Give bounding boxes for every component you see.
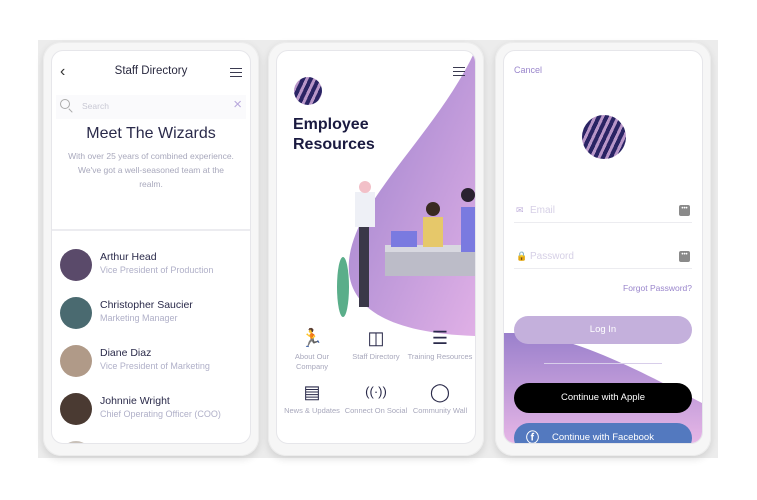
title-line-2: Resources	[293, 136, 375, 153]
header: ‹ Staff Directory	[52, 51, 250, 95]
grid-item-about-our-company[interactable]: 🏃 About Our Company	[279, 327, 345, 372]
employee-resources-screen: Employee Resources 🏃 About Our Company ◫…	[276, 50, 476, 444]
speech-bubble-icon: ◯	[429, 382, 451, 402]
title-line-1: Employee	[293, 116, 369, 133]
broadcast-icon: ((·))	[365, 384, 387, 399]
person-name: Johnnie Wright	[100, 395, 170, 407]
lock-icon: 🔒	[516, 251, 528, 261]
person-role: Chief Operating Officer (COO)	[100, 409, 221, 419]
list-item[interactable]: Christopher Saucier Marketing Manager	[60, 297, 250, 337]
office-illustration	[337, 181, 475, 317]
search-input[interactable]: Search	[82, 101, 109, 111]
login-screen: Cancel ✉ Email ••• 🔒 Password ••• Forgot…	[503, 50, 703, 444]
phone-staff-directory: ‹ Staff Directory Search × Meet The Wiza…	[43, 42, 259, 456]
grid-item-training-resources[interactable]: ☰ Training Resources	[407, 327, 473, 362]
grid-item-connect-on-social[interactable]: ((·)) Connect On Social	[343, 381, 409, 416]
envelope-icon: ✉	[516, 205, 524, 215]
avatar	[60, 393, 92, 425]
grid-item-label: Connect On Social	[344, 406, 408, 415]
intro-section: Meet The Wizards With over 25 years of c…	[52, 121, 250, 231]
company-logo	[582, 115, 626, 159]
password-placeholder: Password	[530, 251, 574, 262]
person-role: Vice President of Marketing	[100, 361, 210, 371]
grid-item-label: Staff Directory	[352, 352, 400, 361]
person-role: Marketing Manager	[100, 313, 178, 323]
intro-heading: Meet The Wizards	[86, 125, 216, 142]
grid-item-label: Community Wall	[412, 406, 468, 415]
newspaper-icon: ▤	[303, 382, 321, 402]
email-placeholder: Email	[530, 205, 556, 216]
clear-search-icon[interactable]: ×	[233, 96, 242, 113]
continue-with-facebook-button[interactable]: ⓕ Continue with Facebook	[514, 423, 692, 444]
grid-item-label: Training Resources	[407, 352, 473, 361]
page-title: Employee Resources	[293, 115, 375, 155]
phone-employee-resources: Employee Resources 🏃 About Our Company ◫…	[268, 42, 484, 456]
password-manager-icon[interactable]: •••	[679, 251, 690, 262]
company-logo	[294, 77, 322, 105]
cancel-button[interactable]: Cancel	[514, 65, 542, 75]
layers-icon: ☰	[431, 328, 449, 348]
grid-item-community-wall[interactable]: ◯ Community Wall	[407, 381, 473, 416]
person-name: Diane Diaz	[100, 347, 152, 359]
grid-item-label: About Our Company	[294, 352, 330, 371]
password-manager-icon[interactable]: •••	[679, 205, 690, 216]
grid-item-news-updates[interactable]: ▤ News & Updates	[279, 381, 345, 416]
hamburger-menu-icon[interactable]	[230, 68, 242, 78]
login-button[interactable]: Log In	[514, 316, 692, 344]
avatar	[60, 249, 92, 281]
board-icon: ◫	[367, 328, 385, 348]
search-bar[interactable]: Search ×	[56, 95, 246, 119]
password-field[interactable]: 🔒 Password •••	[514, 247, 692, 269]
forgot-password-link[interactable]: Forgot Password?	[623, 283, 692, 293]
running-person-icon: 🏃	[300, 328, 324, 348]
facebook-button-label: Continue with Facebook	[552, 432, 654, 443]
page-title: Staff Directory	[114, 65, 188, 77]
staff-directory-screen: ‹ Staff Directory Search × Meet The Wiza…	[51, 50, 251, 444]
list-item[interactable]: Johnnie Wright Chief Operating Officer (…	[60, 393, 250, 433]
person-name: Arthur Head	[100, 251, 157, 263]
list-item[interactable]: Diane Diaz Vice President of Marketing	[60, 345, 250, 385]
email-field[interactable]: ✉ Email •••	[514, 201, 692, 223]
person-role: Vice President of Production	[100, 265, 214, 275]
continue-with-apple-button[interactable]: Continue with Apple	[514, 383, 692, 413]
divider	[544, 363, 662, 364]
search-icon	[60, 99, 70, 109]
apple-button-label: Continue with Apple	[561, 392, 645, 403]
avatar	[60, 297, 92, 329]
phone-login: Cancel ✉ Email ••• 🔒 Password ••• Forgot…	[495, 42, 711, 456]
hamburger-menu-icon[interactable]	[453, 67, 465, 77]
person-name: Christopher Saucier	[100, 299, 193, 311]
facebook-icon: ⓕ	[526, 430, 540, 444]
avatar-partial	[60, 441, 92, 443]
grid-item-staff-directory[interactable]: ◫ Staff Directory	[343, 327, 409, 362]
intro-description: With over 25 years of combined experienc…	[68, 151, 234, 189]
list-item[interactable]: Arthur Head Vice President of Production	[60, 249, 250, 289]
grid-item-label: News & Updates	[284, 406, 340, 415]
avatar	[60, 345, 92, 377]
